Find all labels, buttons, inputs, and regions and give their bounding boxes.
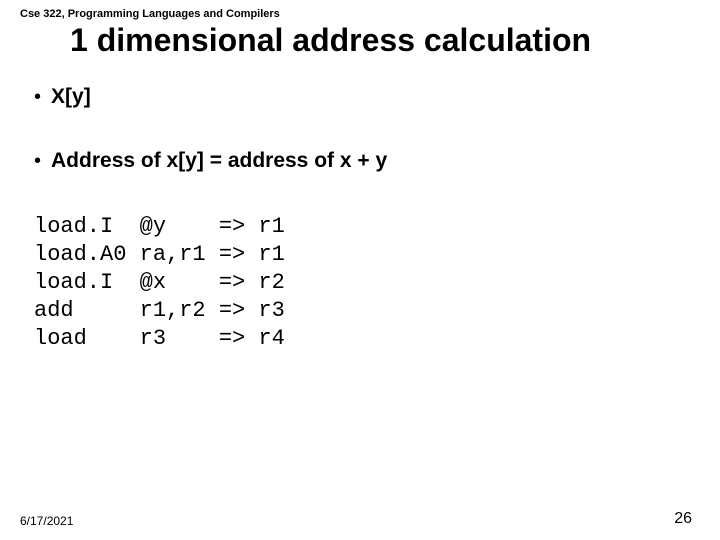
footer-date: 6/17/2021 (20, 514, 73, 528)
bullet-list: • X[y] • Address of x[y] = address of x … (34, 85, 700, 173)
code-block: load.I @y => r1 load.A0 ra,r1 => r1 load… (34, 213, 700, 353)
bullet-dot-icon: • (34, 151, 41, 171)
footer-page: 26 (674, 510, 692, 528)
slide-title: 1 dimensional address calculation (70, 22, 700, 59)
bullet-item: • X[y] (34, 85, 700, 109)
bullet-item: • Address of x[y] = address of x + y (34, 149, 700, 173)
bullet-text: Address of x[y] = address of x + y (51, 149, 387, 173)
bullet-dot-icon: • (34, 87, 41, 107)
bullet-text: X[y] (51, 85, 91, 109)
course-label: Cse 322, Programming Languages and Compi… (20, 8, 700, 20)
